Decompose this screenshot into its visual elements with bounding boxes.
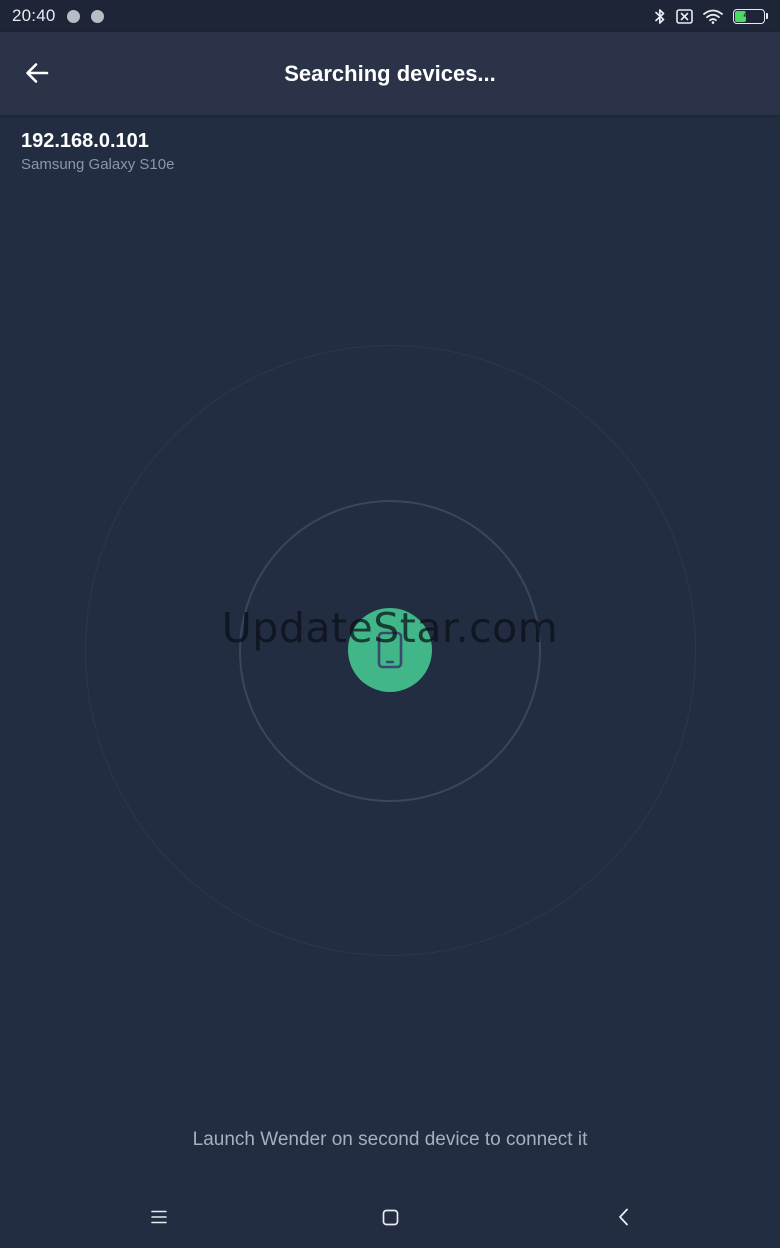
page-title: Searching devices...	[284, 61, 496, 86]
status-bar: 20:40 44	[0, 0, 780, 32]
nav-menu-button[interactable]	[142, 1200, 176, 1234]
smartphone-icon	[377, 631, 403, 669]
no-sim-icon	[676, 8, 693, 24]
status-time: 20:40	[12, 6, 56, 25]
bluetooth-icon	[655, 8, 665, 24]
status-icons: 44	[654, 0, 768, 32]
navigation-bar	[0, 1186, 780, 1248]
device-name: Samsung Galaxy S10e	[21, 156, 175, 173]
battery-level: 44	[743, 10, 755, 21]
menu-icon	[151, 1210, 167, 1224]
notification-dot-icon	[90, 9, 104, 23]
notification-dot-icon	[66, 9, 80, 23]
battery-icon: 44	[733, 8, 765, 24]
back-chevron-icon	[618, 1208, 628, 1226]
radar-animation	[0, 0, 780, 1248]
screen: 20:40 44 Searching devices... 192.168.0.…	[0, 0, 780, 1248]
nav-home-button[interactable]	[373, 1200, 407, 1234]
battery-tip	[766, 13, 768, 19]
wifi-icon	[703, 9, 723, 24]
app-bar: Searching devices...	[0, 32, 780, 115]
nav-back-button[interactable]	[606, 1200, 640, 1234]
connect-hint: Launch Wender on second device to connec…	[192, 1129, 588, 1150]
center-device-badge	[348, 608, 432, 692]
device-ip: 192.168.0.101	[21, 130, 149, 152]
home-square-icon	[382, 1209, 398, 1225]
device-list-item[interactable]: 192.168.0.101 Samsung Galaxy S10e	[21, 128, 421, 176]
